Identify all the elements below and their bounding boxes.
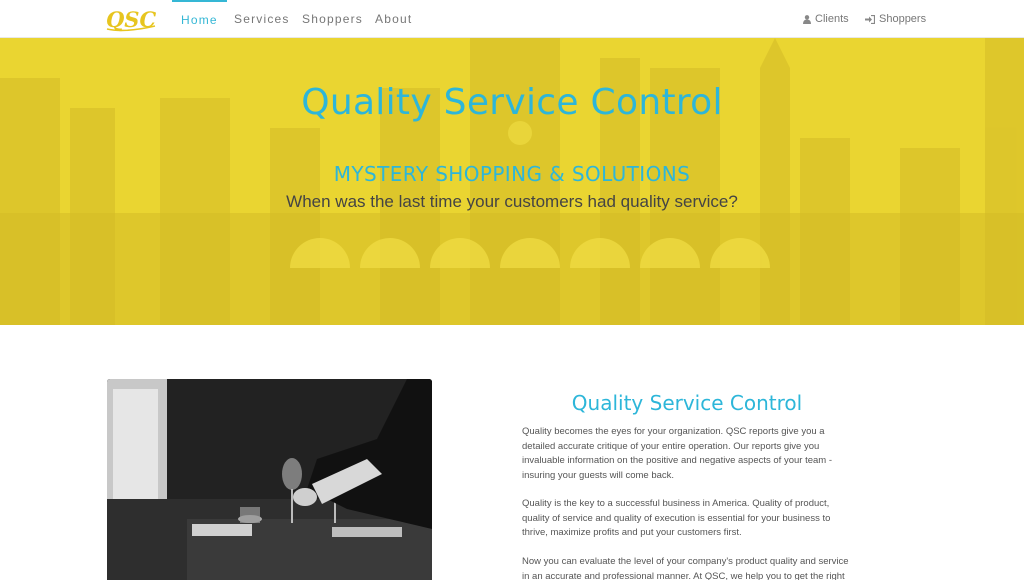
nav-shoppers-link[interactable]: Shoppers <box>302 0 363 38</box>
shoppers-login-label: Shoppers <box>879 13 927 25</box>
nav-home-link[interactable]: Home <box>172 0 227 38</box>
shoppers-login-link[interactable]: Shoppers <box>865 0 926 38</box>
nav-about-link[interactable]: About <box>375 0 412 38</box>
hero-title: Quality Service Control <box>301 82 723 123</box>
nav-services-link[interactable]: Services <box>234 0 290 38</box>
navbar: QSC Home Services Shoppers About Clients… <box>0 0 1024 38</box>
section-title: Quality Service Control <box>571 391 803 415</box>
qsc-logo[interactable]: QSC <box>105 6 159 32</box>
sign-in-icon <box>865 14 875 24</box>
hero-subtitle: MYSTERY SHOPPING & SOLUTIONS <box>333 162 691 186</box>
user-icon <box>803 14 811 24</box>
hero-tagline: When was the last time your customers ha… <box>286 192 738 211</box>
hero-banner: Quality Service Control MYSTERY SHOPPING… <box>0 38 1024 325</box>
evaluate-paragraph: Now you can evaluate the level of your c… <box>522 556 849 580</box>
clients-label: Clients <box>815 13 849 25</box>
quality-paragraph: Quality is the key to a successful busin… <box>522 498 831 538</box>
restaurant-photo <box>107 379 432 580</box>
svg-text:QSC: QSC <box>106 7 156 32</box>
clients-link[interactable]: Clients <box>803 0 849 38</box>
intro-paragraph: Quality becomes the eyes for your organi… <box>522 426 832 481</box>
